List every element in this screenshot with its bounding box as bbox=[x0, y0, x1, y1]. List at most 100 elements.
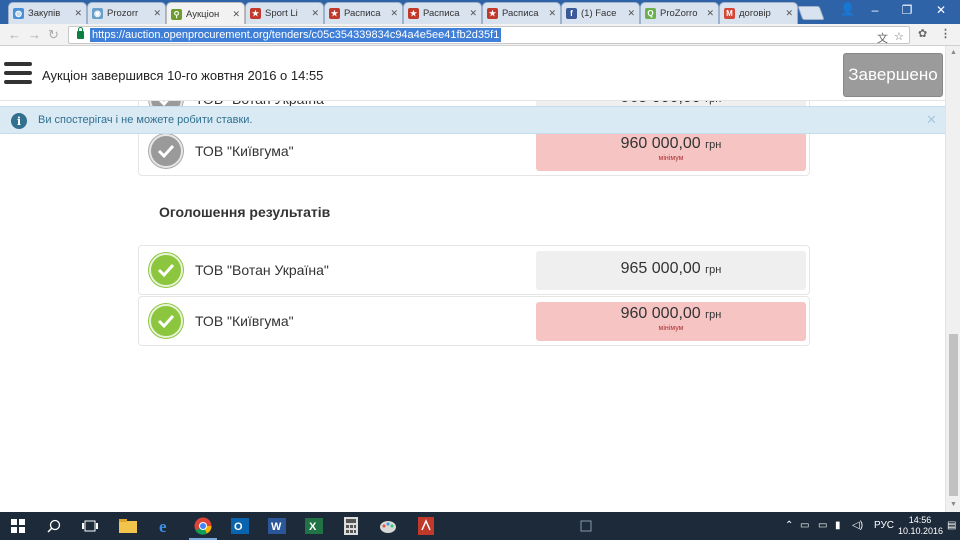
bidder-name: ТОВ "Київгума" bbox=[195, 313, 294, 329]
browser-tab[interactable]: ★ Расписа ✕ bbox=[324, 2, 403, 24]
browser-tab[interactable]: f (1) Face ✕ bbox=[561, 2, 640, 24]
windows-taskbar: e O W X ⌃ ▭ ▭ ▮ ◁) РУС 14:56 10.10.2016 … bbox=[0, 512, 960, 540]
address-bar[interactable]: https://auction.openprocurement.org/tend… bbox=[68, 26, 910, 46]
info-icon: i bbox=[11, 113, 27, 129]
show-hidden-apps-icon[interactable] bbox=[572, 512, 600, 540]
menu-dots-icon[interactable]: ⋮ bbox=[940, 27, 951, 40]
close-icon[interactable]: ✕ bbox=[153, 8, 161, 19]
info-alert: i Ви спостерігач і не можете робити став… bbox=[0, 106, 945, 134]
prozorro-eye-icon: ◉ bbox=[92, 8, 103, 19]
volume-icon[interactable]: ◁) bbox=[852, 520, 863, 531]
vertical-scrollbar[interactable]: ▲ ▼ bbox=[945, 46, 960, 512]
file-explorer-icon[interactable] bbox=[110, 512, 146, 540]
calculator-icon[interactable] bbox=[333, 512, 369, 540]
windows-start-icon[interactable] bbox=[0, 512, 36, 540]
hamburger-menu-icon[interactable] bbox=[4, 62, 32, 86]
browser-tab-active[interactable]: ⚲ Аукціон ✕ bbox=[166, 2, 245, 25]
prozorro-icon: Q bbox=[645, 8, 656, 19]
bidder-name: ТОВ "Вотан Україна" bbox=[195, 262, 329, 278]
search-icon[interactable] bbox=[36, 512, 72, 540]
status-button[interactable]: Завершено bbox=[843, 53, 943, 97]
currency: грн bbox=[705, 139, 722, 151]
currency: грн bbox=[705, 264, 722, 276]
pdf-icon[interactable] bbox=[408, 512, 444, 540]
tray-app-icon[interactable]: ▭ bbox=[800, 520, 809, 531]
word-icon[interactable]: W bbox=[259, 512, 295, 540]
close-icon[interactable]: ✕ bbox=[548, 8, 556, 19]
new-tab-button[interactable] bbox=[797, 6, 825, 20]
extension-icon[interactable]: ✿ bbox=[918, 27, 927, 40]
amount-value: 960 000,00 bbox=[620, 305, 701, 322]
browser-tab[interactable]: ★ Расписа ✕ bbox=[482, 2, 561, 24]
svg-text:O: O bbox=[234, 521, 243, 533]
browser-tab[interactable]: ◉ Prozorr ✕ bbox=[87, 2, 166, 24]
browser-toolbar: ← → ↻ https://auction.openprocurement.or… bbox=[0, 24, 960, 46]
notifications-icon[interactable]: ▤ bbox=[947, 520, 956, 531]
translate-icon[interactable]: 文 bbox=[877, 30, 888, 46]
results-title: Оголошення результатів bbox=[159, 204, 331, 220]
url-text[interactable]: https://auction.openprocurement.org/tend… bbox=[90, 28, 502, 42]
page-content: ТОВ "Вотан Україна" 965 000,00 грн ТОВ "… bbox=[0, 46, 945, 512]
result-row: ТОВ "Вотан Україна" 965 000,00 грн bbox=[138, 245, 810, 295]
reload-icon[interactable]: ↻ bbox=[48, 27, 59, 43]
clock-date: 10.10.2016 bbox=[898, 526, 944, 536]
scroll-thumb[interactable] bbox=[949, 334, 958, 496]
clock-time: 14:56 bbox=[908, 515, 932, 525]
lock-icon bbox=[77, 27, 84, 39]
minimum-label: мінімум bbox=[658, 325, 684, 332]
close-icon[interactable]: ✕ bbox=[706, 8, 714, 19]
result-row: ТОВ "Київгума" 960 000,00 грн мінімум bbox=[138, 296, 810, 346]
window-close-icon[interactable]: ✕ bbox=[924, 0, 958, 20]
close-icon[interactable]: ✕ bbox=[390, 8, 398, 19]
bid-amount: 960 000,00 грн мінімум bbox=[536, 302, 806, 341]
paint-icon[interactable] bbox=[370, 512, 406, 540]
browser-tab[interactable]: Q ProZorro ✕ bbox=[640, 2, 719, 24]
currency: грн bbox=[705, 309, 722, 321]
tab-strip: ◍ Закупів ✕ ◉ Prozorr ✕ ⚲ Аукціон ✕ ★ Sp… bbox=[0, 0, 960, 25]
edge-icon[interactable]: e bbox=[148, 512, 184, 540]
page-title: Аукціон завершився 10-го жовтня 2016 о 1… bbox=[42, 68, 324, 83]
clock[interactable]: 14:56 10.10.2016 bbox=[898, 515, 944, 537]
minimize-icon[interactable]: – bbox=[858, 0, 892, 20]
close-icon[interactable]: ✕ bbox=[627, 8, 635, 19]
check-icon bbox=[149, 304, 183, 338]
sport-icon: ★ bbox=[250, 8, 261, 19]
check-icon bbox=[149, 134, 183, 168]
close-icon[interactable]: ✕ bbox=[469, 8, 477, 19]
globe-icon: ◍ bbox=[13, 8, 24, 19]
gmail-icon: M bbox=[724, 8, 735, 19]
back-icon[interactable]: ← bbox=[8, 27, 21, 42]
chrome-icon[interactable] bbox=[185, 512, 221, 540]
tray-arrow-icon[interactable]: ⌃ bbox=[785, 520, 793, 531]
scroll-down-icon[interactable]: ▼ bbox=[950, 501, 957, 508]
close-icon[interactable]: ✕ bbox=[232, 9, 240, 20]
restore-icon[interactable]: ❐ bbox=[890, 0, 924, 20]
user-profile-icon[interactable]: 👤 bbox=[840, 2, 855, 16]
outlook-icon[interactable]: O bbox=[222, 512, 258, 540]
amount-value: 965 000,00 bbox=[620, 260, 701, 277]
browser-tab[interactable]: ★ Расписа ✕ bbox=[403, 2, 482, 24]
bookmark-star-icon[interactable]: ☆ bbox=[894, 30, 904, 43]
browser-tab[interactable]: ◍ Закупів ✕ bbox=[8, 2, 87, 24]
language-indicator[interactable]: РУС bbox=[874, 520, 894, 531]
sport-icon: ★ bbox=[487, 8, 498, 19]
sport-icon: ★ bbox=[329, 8, 340, 19]
check-icon bbox=[149, 253, 183, 287]
excel-icon[interactable]: X bbox=[296, 512, 332, 540]
svg-text:e: e bbox=[159, 517, 167, 535]
task-view-icon[interactable] bbox=[72, 512, 108, 540]
forward-icon[interactable]: → bbox=[28, 27, 41, 42]
minimum-label: мінімум bbox=[658, 155, 684, 162]
network-icon[interactable]: ▮ bbox=[835, 520, 841, 531]
close-icon[interactable]: ✕ bbox=[74, 8, 82, 19]
scroll-up-icon[interactable]: ▲ bbox=[950, 49, 957, 56]
svg-text:X: X bbox=[309, 521, 317, 533]
close-icon[interactable]: ✕ bbox=[785, 8, 793, 19]
close-icon[interactable]: ✕ bbox=[311, 8, 319, 19]
browser-tab[interactable]: M договір ✕ bbox=[719, 2, 798, 24]
alert-text: Ви спостерігач і не можете робити ставки… bbox=[38, 114, 253, 126]
search-icon: ⚲ bbox=[171, 8, 182, 20]
close-icon[interactable]: ✕ bbox=[926, 112, 937, 128]
tray-app-icon[interactable]: ▭ bbox=[818, 520, 827, 531]
browser-tab[interactable]: ★ Sport Li ✕ bbox=[245, 2, 324, 24]
